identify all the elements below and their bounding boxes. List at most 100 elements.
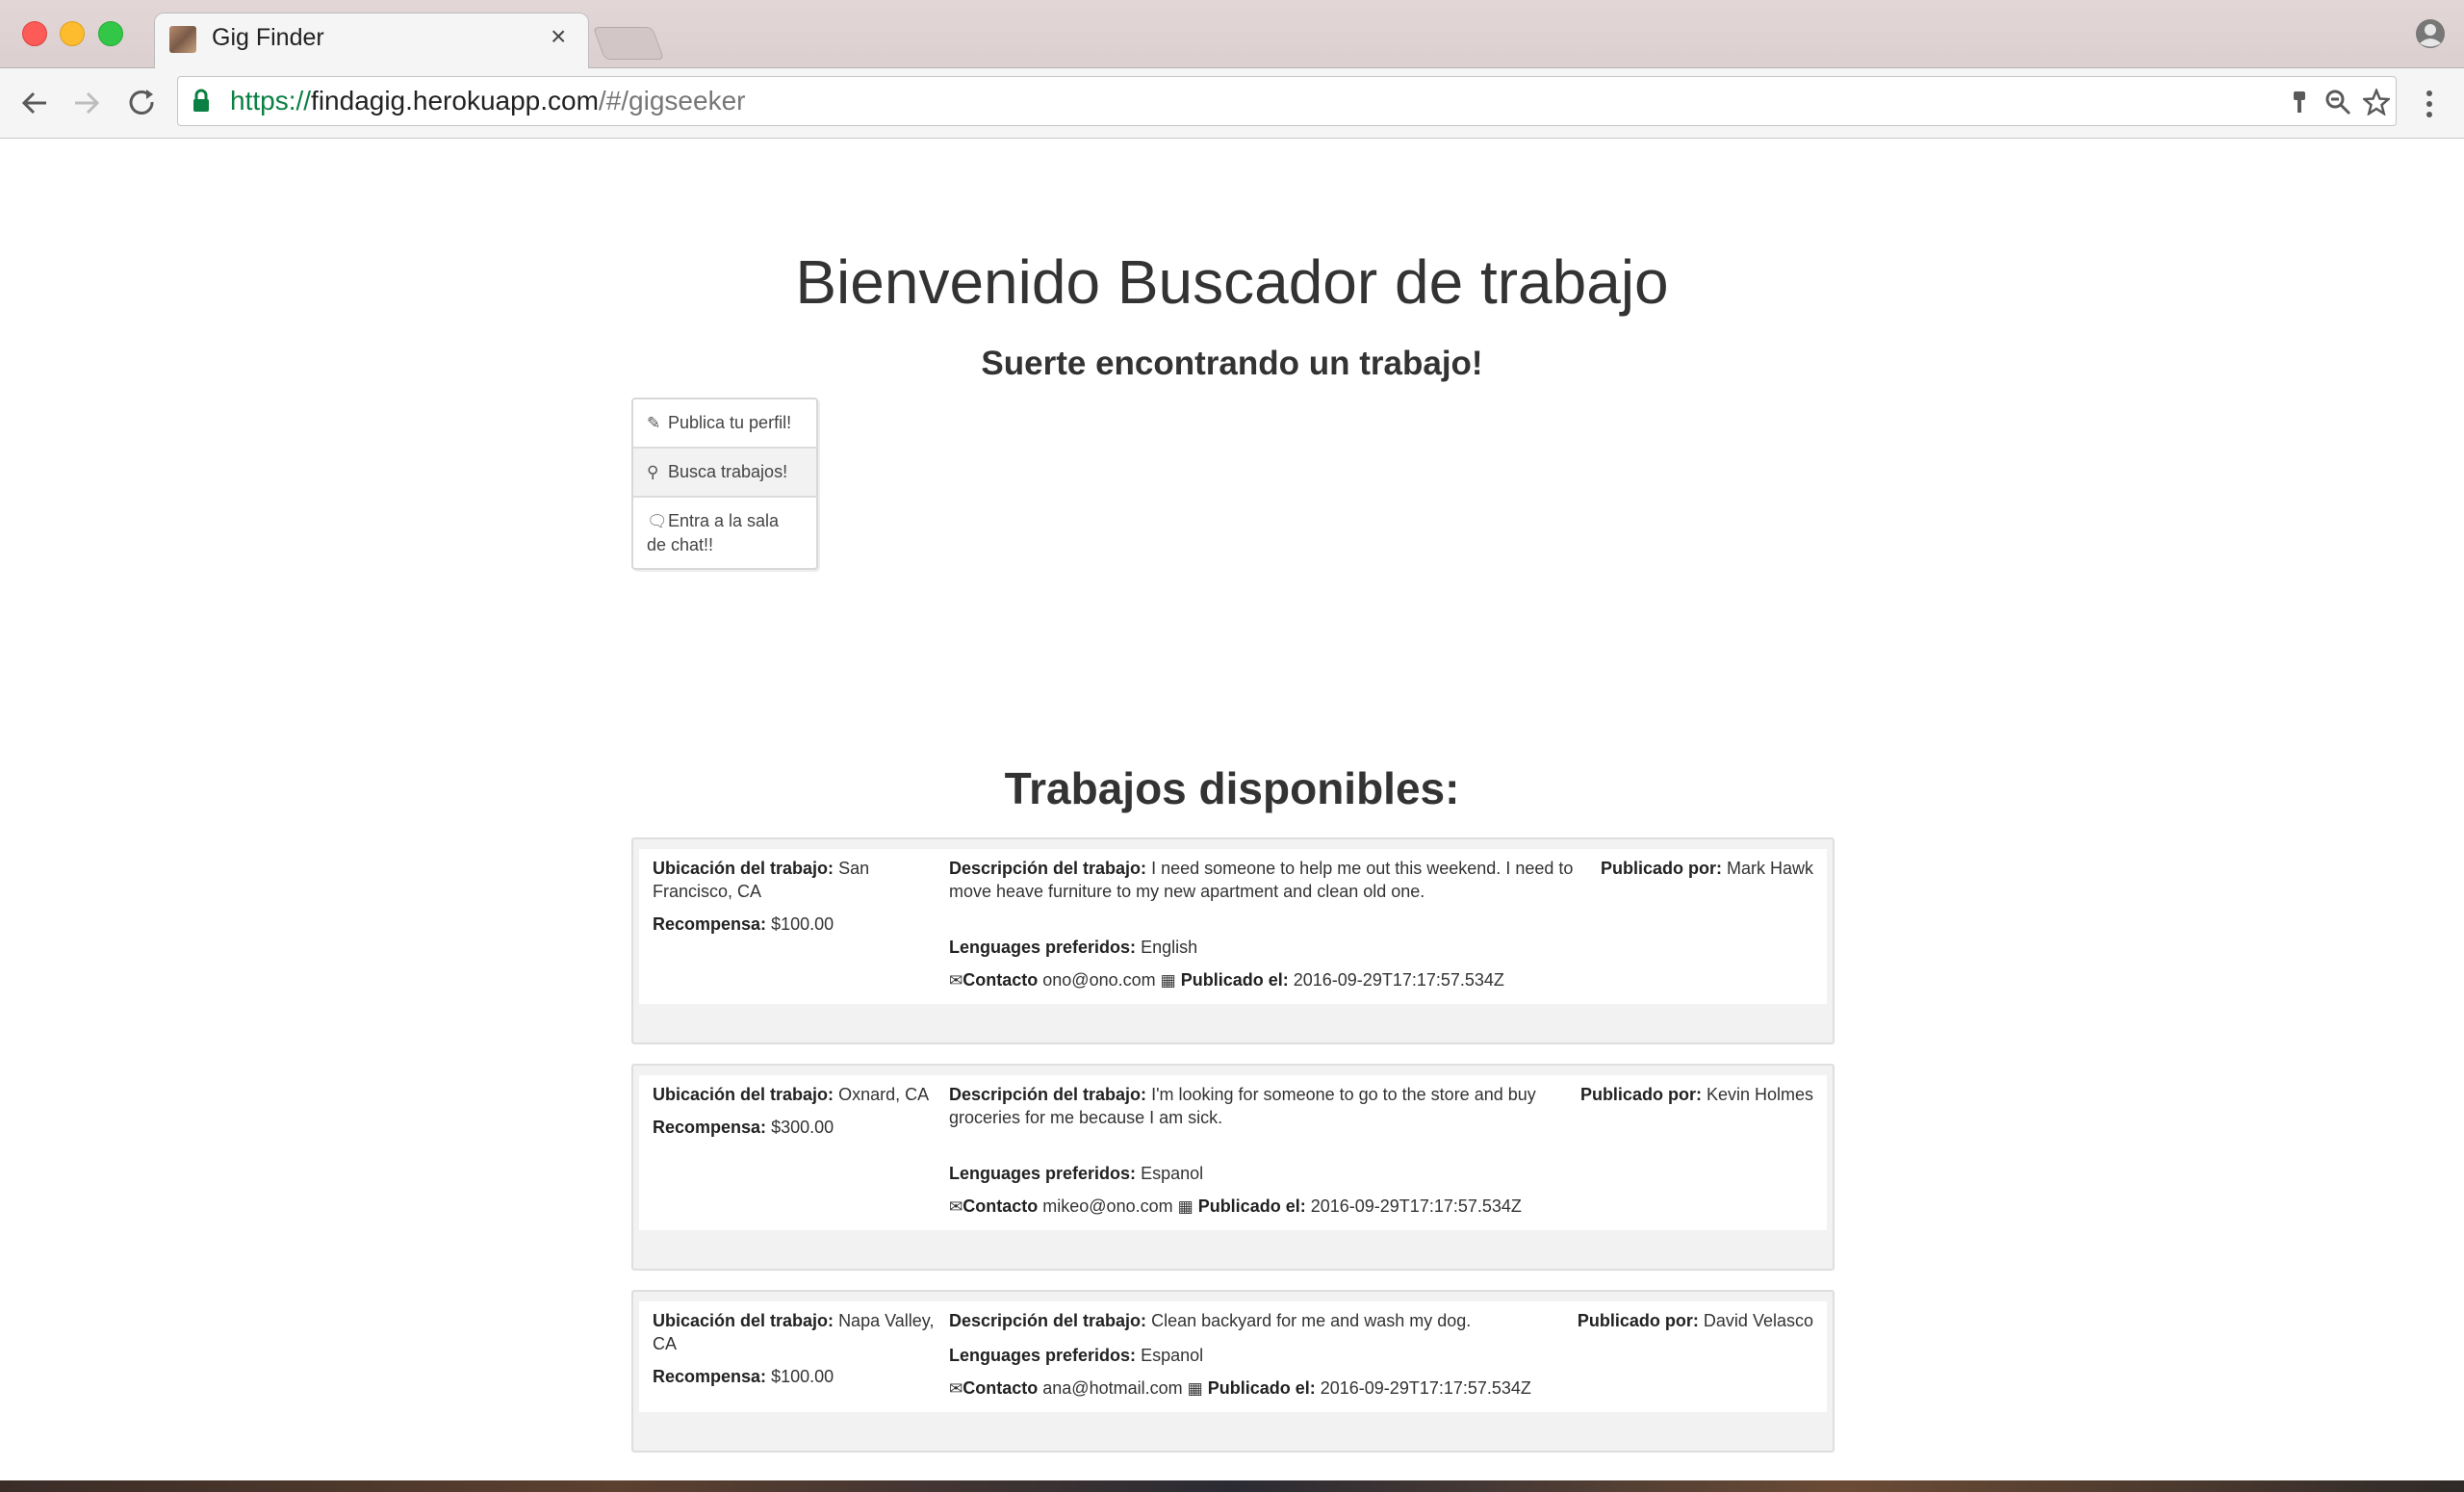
reward-label: Recompensa: bbox=[653, 1118, 767, 1137]
contact-value[interactable]: mikeo@ono.com bbox=[1042, 1196, 1172, 1216]
page-content: Bienvenido Buscador de trabajo Suerte en… bbox=[0, 139, 2464, 1480]
languages-label: Lenguages preferidos: bbox=[949, 1346, 1137, 1365]
location-label: Ubicación del trabajo: bbox=[653, 1311, 834, 1330]
search-icon: ⚲ bbox=[647, 463, 659, 481]
languages-label: Lenguages preferidos: bbox=[949, 938, 1137, 957]
page-title: Bienvenido Buscador de trabajo bbox=[795, 247, 1669, 317]
window-minimize-button[interactable] bbox=[60, 21, 85, 46]
address-bar[interactable]: https://findagig.herokuapp.com/#/gigseek… bbox=[177, 76, 2397, 126]
gig-posted-by: Publicado por: Mark Hawk bbox=[1601, 857, 1813, 992]
window-maximize-button[interactable] bbox=[98, 21, 123, 46]
posted-by-value: David Velasco bbox=[1703, 1311, 1813, 1330]
side-menu: ✎ Publica tu perfil! ⚲ Busca trabajos! 🗨En… bbox=[631, 398, 818, 570]
gig-posted-by: Publicado por: Kevin Holmes bbox=[1580, 1083, 1813, 1219]
url-host: findagig.herokuapp.com bbox=[311, 86, 599, 116]
contact-label: Contacto bbox=[962, 970, 1039, 990]
posted-on-label: Publicado el: bbox=[1207, 1378, 1316, 1398]
tab-favicon-icon bbox=[169, 26, 196, 53]
paint-brush-icon[interactable] bbox=[2286, 89, 2313, 116]
contact-value[interactable]: ana@hotmail.com bbox=[1042, 1378, 1182, 1398]
profile-icon[interactable] bbox=[2414, 17, 2447, 50]
star-icon[interactable] bbox=[2363, 89, 2390, 116]
gig-description: Descripción del trabajo: I need someone … bbox=[949, 857, 1591, 903]
posted-on-value: 2016-09-29T17:17:57.534Z bbox=[1293, 970, 1504, 990]
contact-label: Contacto bbox=[962, 1196, 1039, 1216]
browser-toolbar: https://findagig.herokuapp.com/#/gigseek… bbox=[0, 68, 2464, 139]
gig-location: Ubicación del trabajo: Napa Valley, CA bbox=[653, 1309, 949, 1355]
menu-item-publish-profile[interactable]: ✎ Publica tu perfil! bbox=[633, 399, 816, 449]
gig-languages: Lenguages preferidos: English bbox=[949, 936, 1591, 959]
gigs-section-title: Trabajos disponibles: bbox=[1004, 763, 1460, 813]
gig-card: Ubicación del trabajo: San Francisco, CA… bbox=[631, 837, 1835, 1044]
reward-value: $100.00 bbox=[771, 914, 834, 934]
location-label: Ubicación del trabajo: bbox=[653, 1085, 834, 1104]
gig-card: Ubicación del trabajo: Napa Valley, CA R… bbox=[631, 1290, 1835, 1453]
reward-value: $100.00 bbox=[771, 1367, 834, 1386]
reload-icon[interactable] bbox=[125, 86, 160, 120]
description-label: Descripción del trabajo: bbox=[949, 1311, 1147, 1330]
posted-on-value: 2016-09-29T17:17:57.534Z bbox=[1320, 1378, 1531, 1398]
gig-reward: Recompensa: $100.00 bbox=[653, 1365, 949, 1388]
url-path: /#/gigseeker bbox=[598, 86, 746, 116]
calendar-icon: ▦ bbox=[1187, 1379, 1203, 1398]
gig-posted-by: Publicado por: David Velasco bbox=[1578, 1309, 1813, 1401]
gig-card-body: Ubicación del trabajo: Napa Valley, CA R… bbox=[639, 1301, 1827, 1412]
gig-card-body: Ubicación del trabajo: Oxnard, CA Recomp… bbox=[639, 1075, 1827, 1230]
new-tab-button[interactable] bbox=[592, 27, 665, 60]
browser-window: Gig Finder × https://findagig.herokuapp.… bbox=[0, 0, 2464, 1480]
description-label: Descripción del trabajo: bbox=[949, 1085, 1147, 1104]
lock-icon bbox=[193, 89, 209, 112]
envelope-icon: ✉ bbox=[949, 1379, 963, 1398]
envelope-icon: ✉ bbox=[949, 1197, 963, 1216]
url-text[interactable]: https://findagig.herokuapp.com/#/gigseek… bbox=[230, 86, 745, 116]
tab-title: Gig Finder bbox=[212, 24, 324, 51]
envelope-icon: ✉ bbox=[949, 971, 963, 990]
menu-icon[interactable] bbox=[2418, 88, 2441, 120]
description-value: Clean backyard for me and wash my dog. bbox=[1151, 1311, 1472, 1330]
posted-by-label: Publicado por: bbox=[1579, 1085, 1702, 1104]
gig-location: Ubicación del trabajo: Oxnard, CA bbox=[653, 1083, 949, 1106]
languages-value: Espanol bbox=[1141, 1164, 1204, 1183]
gig-description: Descripción del trabajo: Clean backyard … bbox=[949, 1309, 1568, 1332]
menu-item-label: Publica tu perfil! bbox=[668, 413, 792, 432]
pencil-icon: ✎ bbox=[647, 414, 661, 432]
posted-on-value: 2016-09-29T17:17:57.534Z bbox=[1310, 1196, 1522, 1216]
languages-value: English bbox=[1141, 938, 1198, 957]
reward-label: Recompensa: bbox=[653, 914, 767, 934]
gig-reward: Recompensa: $100.00 bbox=[653, 913, 949, 936]
gig-card: Ubicación del trabajo: Oxnard, CA Recomp… bbox=[631, 1064, 1835, 1271]
gig-description: Descripción del trabajo: I'm looking for… bbox=[949, 1083, 1571, 1129]
gig-location: Ubicación del trabajo: San Francisco, CA bbox=[653, 857, 949, 903]
gig-contact: ✉Contacto ono@ono.com ▦ Publicado el: 20… bbox=[949, 968, 1591, 992]
chat-icon: 🗨 bbox=[647, 512, 668, 530]
url-scheme: https:// bbox=[230, 86, 312, 116]
zoom-out-icon[interactable] bbox=[2324, 89, 2351, 116]
forward-icon[interactable] bbox=[69, 86, 104, 120]
menu-item-chat-room[interactable]: 🗨Entra a la sala de chat!! bbox=[633, 498, 816, 568]
calendar-icon: ▦ bbox=[1177, 1197, 1194, 1216]
posted-on-label: Publicado el: bbox=[1180, 970, 1289, 990]
gig-reward: Recompensa: $300.00 bbox=[653, 1116, 949, 1139]
back-icon[interactable] bbox=[17, 86, 52, 120]
posted-by-value: Mark Hawk bbox=[1726, 859, 1813, 878]
tab-close-icon[interactable]: × bbox=[551, 23, 566, 50]
tab-strip: Gig Finder × bbox=[0, 0, 2464, 69]
location-value: Oxnard, CA bbox=[838, 1085, 930, 1104]
gig-contact: ✉Contacto mikeo@ono.com ▦ Publicado el: … bbox=[949, 1195, 1571, 1219]
reward-value: $300.00 bbox=[771, 1118, 834, 1137]
menu-item-label: Busca trabajos! bbox=[668, 462, 788, 481]
reward-label: Recompensa: bbox=[653, 1367, 767, 1386]
gig-contact: ✉Contacto ana@hotmail.com ▦ Publicado el… bbox=[949, 1376, 1568, 1401]
page-subtitle: Suerte encontrando un trabajo! bbox=[981, 345, 1483, 382]
posted-by-value: Kevin Holmes bbox=[1706, 1085, 1813, 1104]
menu-item-search-gigs[interactable]: ⚲ Busca trabajos! bbox=[633, 449, 816, 498]
languages-label: Lenguages preferidos: bbox=[949, 1164, 1137, 1183]
contact-label: Contacto bbox=[962, 1378, 1039, 1398]
contact-value[interactable]: ono@ono.com bbox=[1042, 970, 1155, 990]
gig-languages: Lenguages preferidos: Espanol bbox=[949, 1344, 1568, 1367]
window-close-button[interactable] bbox=[22, 21, 47, 46]
languages-value: Espanol bbox=[1141, 1346, 1204, 1365]
calendar-icon: ▦ bbox=[1160, 971, 1176, 990]
gig-card-body: Ubicación del trabajo: San Francisco, CA… bbox=[639, 849, 1827, 1004]
posted-by-label: Publicado por: bbox=[1577, 1311, 1699, 1330]
